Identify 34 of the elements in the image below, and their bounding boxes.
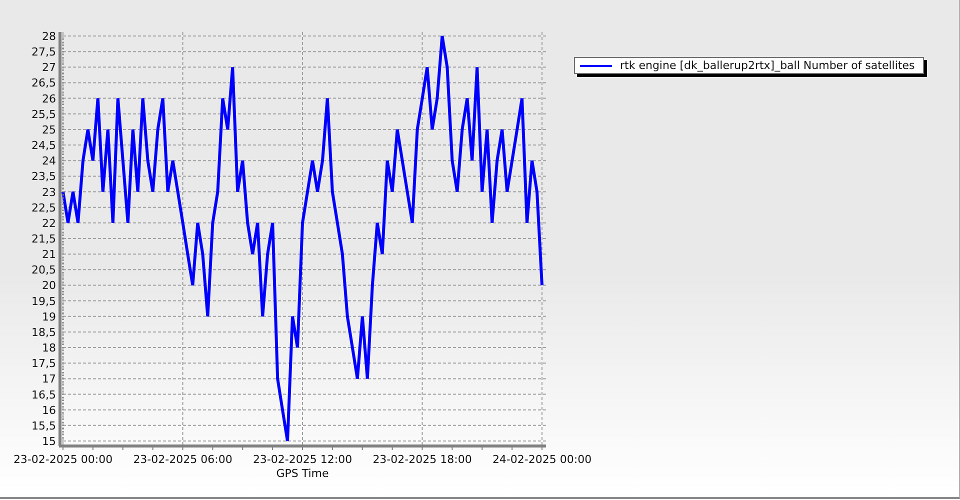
x-axis-title: GPS Time [276, 467, 329, 480]
y-tick-label: 20 [42, 279, 56, 292]
y-tick-label: 21 [42, 248, 56, 262]
y-tick-label: 18 [42, 342, 56, 355]
y-tick-label: 28 [42, 30, 56, 43]
y-tick-label: 27,5 [32, 46, 56, 59]
y-tick-label: 25,5 [32, 108, 56, 121]
y-tick-label: 15 [42, 435, 56, 448]
y-tick-label: 25 [42, 123, 56, 136]
y-tick-label: 24,5 [32, 139, 56, 152]
y-tick-label: 19 [42, 310, 56, 324]
y-tick-label: 18,5 [32, 326, 56, 339]
x-tick-label: 24-02-2025 00:00 [492, 453, 592, 466]
y-tick-label: 17,5 [32, 357, 56, 370]
x-tick-label: 23-02-2025 12:00 [252, 453, 352, 466]
y-tick-label: 23,5 [32, 170, 56, 184]
y-tick-label: 19,5 [32, 294, 56, 308]
x-tick-label: 23-02-2025 00:00 [13, 453, 113, 466]
legend-label: rtk engine [dk_ballerup2rtx]_ball Number of satellites [620, 59, 915, 72]
y-tick-label: 26,5 [32, 76, 56, 90]
y-tick-label: 23 [42, 186, 56, 199]
y-tick-label: 16,5 [32, 388, 56, 402]
y-tick-label: 24 [42, 154, 56, 168]
y-tick-label: 22 [42, 216, 56, 230]
y-tick-label: 15,5 [32, 419, 56, 432]
y-tick-label: 17 [42, 372, 56, 386]
y-tick-label: 22,5 [32, 201, 56, 214]
y-tick-label: 26 [42, 92, 56, 106]
y-tick-label: 16 [42, 404, 56, 417]
y-tick-label: 27 [42, 61, 56, 74]
x-tick-label: 23-02-2025 18:00 [372, 453, 472, 466]
y-tick-label: 21,5 [32, 232, 56, 246]
x-tick-label: 23-02-2025 06:00 [133, 453, 232, 466]
y-tick-label: 20,5 [32, 264, 56, 277]
